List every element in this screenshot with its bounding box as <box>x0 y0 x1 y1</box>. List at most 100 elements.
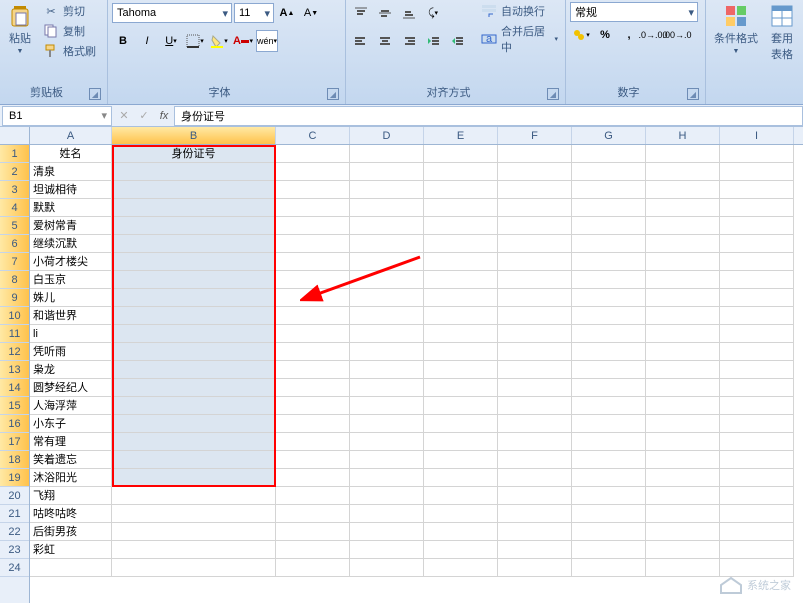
cell[interactable]: 沐浴阳光 <box>30 469 112 487</box>
cell[interactable] <box>424 433 498 451</box>
row-header[interactable]: 22 <box>0 523 29 541</box>
col-header-H[interactable]: H <box>646 127 720 144</box>
cell[interactable] <box>276 325 350 343</box>
cell[interactable] <box>498 343 572 361</box>
decrease-decimal-button[interactable]: .00→.0 <box>666 24 688 46</box>
select-all-corner[interactable] <box>0 127 30 145</box>
cell[interactable] <box>720 433 794 451</box>
row-header[interactable]: 9 <box>0 289 29 307</box>
cell[interactable] <box>498 487 572 505</box>
cell[interactable] <box>112 451 276 469</box>
cell[interactable] <box>720 451 794 469</box>
cell[interactable] <box>276 487 350 505</box>
cell[interactable] <box>572 379 646 397</box>
cell[interactable] <box>424 181 498 199</box>
cell[interactable] <box>498 379 572 397</box>
row-header[interactable]: 3 <box>0 181 29 199</box>
cell[interactable] <box>424 559 498 577</box>
cell[interactable] <box>112 469 276 487</box>
cell[interactable] <box>720 379 794 397</box>
cell[interactable]: 默默 <box>30 199 112 217</box>
cell[interactable] <box>350 361 424 379</box>
font-color-button[interactable]: A▾ <box>232 30 254 52</box>
cell[interactable]: 笑着遗忘 <box>30 451 112 469</box>
cell[interactable] <box>350 163 424 181</box>
align-center-button[interactable] <box>374 30 396 52</box>
cell[interactable] <box>720 415 794 433</box>
cell[interactable] <box>276 235 350 253</box>
cell[interactable] <box>720 199 794 217</box>
cell[interactable] <box>572 451 646 469</box>
cell[interactable] <box>572 469 646 487</box>
cell[interactable] <box>572 361 646 379</box>
row-header[interactable]: 20 <box>0 487 29 505</box>
cell[interactable] <box>350 271 424 289</box>
cell[interactable] <box>646 217 720 235</box>
cell[interactable]: 彩虹 <box>30 541 112 559</box>
cell[interactable] <box>112 505 276 523</box>
alignment-expand[interactable]: ◢ <box>547 88 559 100</box>
cell[interactable] <box>350 451 424 469</box>
cell[interactable] <box>112 397 276 415</box>
merge-center-button[interactable]: a 合并后居中▾ <box>478 22 561 56</box>
cell[interactable] <box>276 361 350 379</box>
cell[interactable] <box>350 181 424 199</box>
italic-button[interactable]: I <box>136 30 158 52</box>
cell[interactable] <box>498 541 572 559</box>
cell[interactable] <box>720 469 794 487</box>
cell[interactable] <box>276 145 350 163</box>
cell[interactable] <box>646 235 720 253</box>
cell[interactable]: 身份证号 <box>112 145 276 163</box>
cell[interactable] <box>276 541 350 559</box>
cell[interactable]: 白玉京 <box>30 271 112 289</box>
cells-area[interactable]: 姓名身份证号清泉坦诚相待默默爱树常青继续沉默小荷才楼尖白玉京姝儿和谐世界li凭听… <box>30 145 803 603</box>
cell[interactable] <box>498 523 572 541</box>
cell[interactable] <box>424 469 498 487</box>
cell[interactable] <box>424 199 498 217</box>
cell[interactable] <box>350 217 424 235</box>
cell[interactable] <box>350 559 424 577</box>
cell[interactable] <box>572 415 646 433</box>
cell[interactable] <box>112 163 276 181</box>
cell[interactable] <box>350 397 424 415</box>
row-header[interactable]: 19 <box>0 469 29 487</box>
cell[interactable] <box>572 145 646 163</box>
cell[interactable] <box>646 559 720 577</box>
cell[interactable] <box>720 217 794 235</box>
cell[interactable] <box>276 181 350 199</box>
cell[interactable] <box>646 163 720 181</box>
cell[interactable] <box>350 235 424 253</box>
row-header[interactable]: 16 <box>0 415 29 433</box>
cell[interactable] <box>646 181 720 199</box>
cell[interactable]: 飞翔 <box>30 487 112 505</box>
cell[interactable] <box>350 325 424 343</box>
cell[interactable] <box>350 469 424 487</box>
cell[interactable] <box>646 307 720 325</box>
cell[interactable] <box>498 361 572 379</box>
row-header[interactable]: 1 <box>0 145 29 163</box>
cell[interactable] <box>498 235 572 253</box>
align-top-button[interactable] <box>350 2 372 24</box>
cell[interactable] <box>350 253 424 271</box>
cell[interactable] <box>112 217 276 235</box>
cell[interactable] <box>720 235 794 253</box>
col-header-I[interactable]: I <box>720 127 794 144</box>
cell[interactable] <box>498 469 572 487</box>
bold-button[interactable]: B <box>112 30 134 52</box>
align-right-button[interactable] <box>398 30 420 52</box>
cell[interactable] <box>424 289 498 307</box>
cell[interactable] <box>350 379 424 397</box>
accounting-format-button[interactable]: ▾ <box>570 24 592 46</box>
cell[interactable] <box>646 271 720 289</box>
cell[interactable] <box>498 505 572 523</box>
cell[interactable] <box>572 433 646 451</box>
row-header[interactable]: 10 <box>0 307 29 325</box>
row-header[interactable]: 8 <box>0 271 29 289</box>
cell[interactable] <box>720 541 794 559</box>
cell[interactable] <box>424 487 498 505</box>
cell[interactable] <box>424 271 498 289</box>
cell[interactable] <box>276 199 350 217</box>
cell[interactable]: 和谐世界 <box>30 307 112 325</box>
cell[interactable] <box>424 541 498 559</box>
fx-button[interactable]: fx <box>154 106 174 126</box>
